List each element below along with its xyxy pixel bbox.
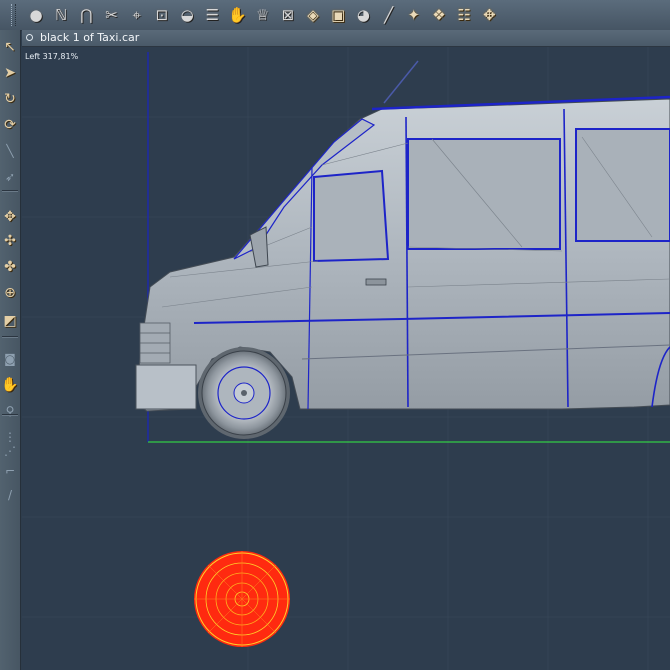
- hand-grab-icon: ✋: [228, 6, 247, 24]
- side-window-1: [407, 138, 561, 250]
- goblet-tool-button[interactable]: ♕: [251, 3, 275, 27]
- van-model[interactable]: [135, 60, 670, 439]
- figure-icon: ✥: [483, 6, 496, 24]
- twist-tool-button[interactable]: ⟳: [0, 114, 20, 136]
- scissors-tool-button[interactable]: ✂: [100, 3, 124, 27]
- dome-tool-button[interactable]: ◒: [175, 3, 199, 27]
- wireframe-box-tool-button[interactable]: ⊠: [276, 3, 300, 27]
- bag-icon: ▣: [331, 6, 346, 24]
- dome-icon: ◒: [180, 6, 194, 24]
- camera-tool-button[interactable]: ◙: [0, 348, 20, 370]
- pan-hand-tool-button[interactable]: ✋: [0, 374, 20, 396]
- move-xz-tool-button[interactable]: ✣: [0, 230, 20, 252]
- scale-tool-button[interactable]: ⊕: [0, 282, 20, 304]
- sphere-icon: ●: [29, 6, 43, 24]
- lasso-icon: ➶: [4, 170, 16, 184]
- hand-grab-tool-button[interactable]: ✋: [226, 3, 250, 27]
- weld-icon: ⌖: [132, 6, 141, 24]
- front-door-window: [313, 169, 390, 263]
- scale-icon: ⊕: [4, 285, 16, 301]
- move-xy-tool-button[interactable]: ✥: [0, 206, 20, 228]
- toolbar-separator: [2, 414, 18, 416]
- sphere-tool-button[interactable]: ●: [24, 3, 48, 27]
- document-title: black 1 of Taxi.car: [40, 31, 140, 44]
- move-yz-tool-button[interactable]: ✤: [0, 256, 20, 278]
- move-xy-icon: ✥: [4, 209, 16, 225]
- 3d-viewport[interactable]: Left 317,81%: [22, 47, 670, 670]
- spline-tool-button[interactable]: ℕ: [49, 3, 73, 27]
- side-toolbar: ↖ ➤ ↻ ⟳ ╲ ➶ ✥ ✣ ✤ ⊕ ◩ ◙ ✋ ⚲ ⋮ ⋰ ⌐ /: [0, 30, 21, 670]
- group-icon: ❖: [432, 6, 446, 24]
- knife-icon: /: [7, 488, 13, 502]
- render-sphere-icon: ◕: [356, 6, 370, 24]
- door-handle: [365, 278, 387, 286]
- twist-icon: ⟳: [4, 117, 16, 133]
- front-bumper: [135, 364, 197, 410]
- properties-icon: ☷: [457, 6, 471, 24]
- document-tab-bar: black 1 of Taxi.car: [22, 30, 670, 47]
- toolbar-separator: [2, 190, 18, 192]
- render-sphere-tool-button[interactable]: ◕: [351, 3, 375, 27]
- pan-hand-icon: ✋: [1, 377, 19, 393]
- antenna: [383, 60, 419, 104]
- move-yz-icon: ✤: [4, 259, 16, 275]
- boolean-icon: ✦: [407, 6, 421, 24]
- pen-icon: ╲: [6, 144, 14, 158]
- wand-icon: ╱: [384, 6, 394, 24]
- tab-menu-icon[interactable]: [26, 34, 33, 41]
- select-arrow-icon: ↖: [4, 39, 16, 55]
- front-wheel: [198, 347, 290, 439]
- box-view-tool-button[interactable]: ◩: [0, 310, 20, 332]
- figure-tool-button[interactable]: ✥: [477, 3, 501, 27]
- crop-tool-button[interactable]: ⌐: [0, 460, 20, 482]
- rotate-tool-button[interactable]: ↻: [0, 88, 20, 110]
- bag-tool-button[interactable]: ▣: [326, 3, 350, 27]
- bounding-box-icon: ⊡: [155, 6, 169, 24]
- move-xz-icon: ✣: [4, 233, 16, 249]
- lasso-tool-button[interactable]: ➶: [0, 166, 20, 188]
- camera-icon: ◙: [4, 352, 16, 366]
- magnet-tool-button[interactable]: ⋂: [74, 3, 98, 27]
- select-arrow-tool-button[interactable]: ↖: [0, 36, 20, 58]
- bounding-box-tool-button[interactable]: ⊡: [150, 3, 174, 27]
- ruler-tool-button[interactable]: ⋰: [0, 440, 20, 462]
- front-grille: [139, 322, 171, 364]
- goblet-icon: ♕: [255, 6, 270, 24]
- selected-wheel-marker[interactable]: [194, 551, 290, 647]
- toolbar-separator: [2, 336, 18, 338]
- knife-tool-button[interactable]: /: [0, 484, 20, 506]
- group-tool-button[interactable]: ❖: [427, 3, 451, 27]
- properties-tool-button[interactable]: ☷: [452, 3, 476, 27]
- rotate-icon: ↻: [4, 91, 16, 107]
- magnet-icon: ⋂: [80, 6, 93, 24]
- wireframe-box-icon: ⊠: [281, 6, 295, 24]
- main-toolbar: ● ℕ ⋂ ✂ ⌖ ⊡ ◒ ☰ ✋ ♕ ⊠ ◈ ▣ ◕ ╱ ✦ ❖ ☷ ✥: [0, 0, 670, 31]
- pen-tool-button[interactable]: ╲: [0, 140, 20, 162]
- side-window-2: [575, 128, 670, 242]
- box-view-icon: ◩: [3, 313, 17, 329]
- shaded-box-icon: ◈: [307, 6, 319, 24]
- crop-icon: ⌐: [4, 464, 16, 478]
- move-arrow-tool-button[interactable]: ➤: [0, 62, 20, 84]
- lathe-tool-button[interactable]: ☰: [200, 3, 224, 27]
- toolbar-grip[interactable]: [0, 0, 24, 30]
- scissors-icon: ✂: [105, 6, 118, 24]
- scene-canvas[interactable]: [22, 47, 670, 670]
- shaded-box-tool-button[interactable]: ◈: [301, 3, 325, 27]
- spline-icon: ℕ: [55, 6, 68, 24]
- lathe-icon: ☰: [205, 6, 220, 24]
- weld-tool-button[interactable]: ⌖: [125, 3, 149, 27]
- move-arrow-icon: ➤: [4, 65, 16, 81]
- wand-tool-button[interactable]: ╱: [377, 3, 401, 27]
- ruler-icon: ⋰: [4, 444, 16, 458]
- zoom-tool-button[interactable]: ⚲: [0, 400, 20, 422]
- boolean-tool-button[interactable]: ✦: [402, 3, 426, 27]
- toolbar-tools: ● ℕ ⋂ ✂ ⌖ ⊡ ◒ ☰ ✋ ♕ ⊠ ◈ ▣ ◕ ╱ ✦ ❖ ☷ ✥: [24, 3, 503, 27]
